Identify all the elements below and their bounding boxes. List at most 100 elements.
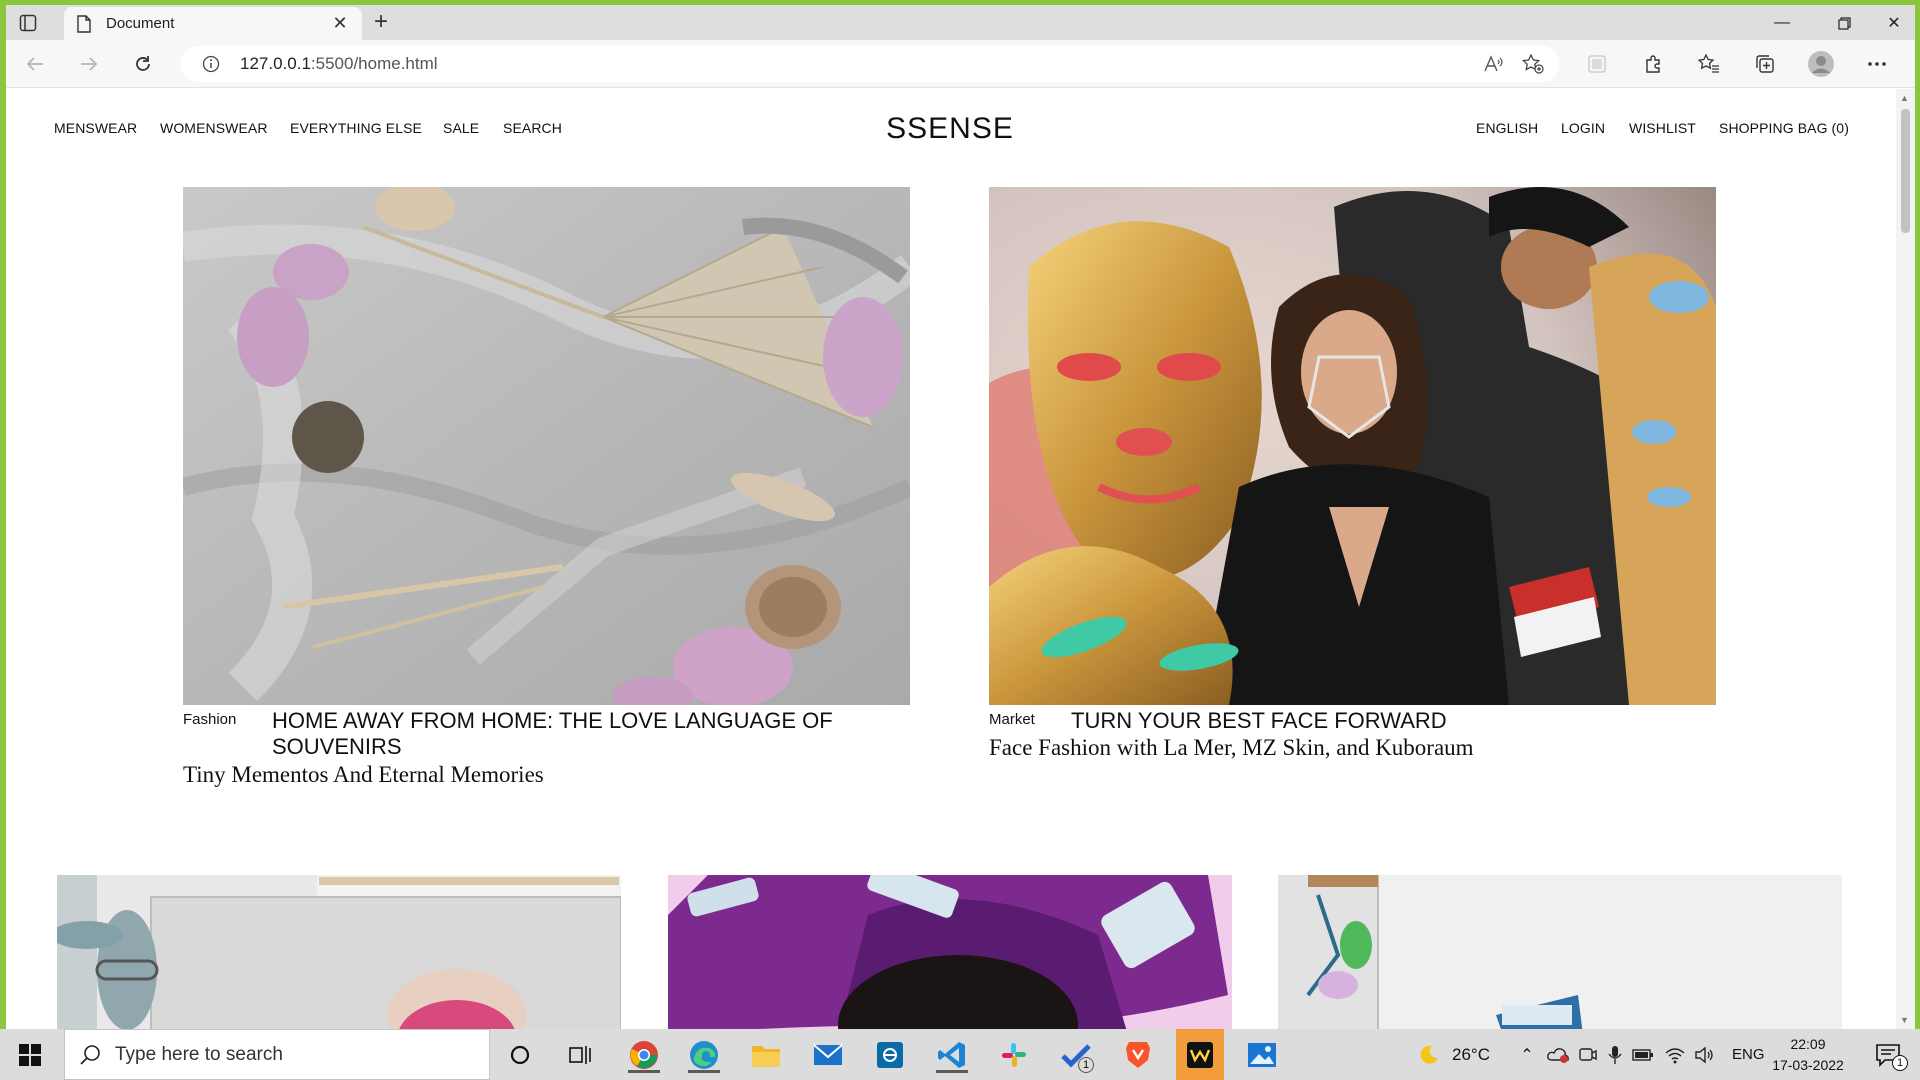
taskbar-file-explorer[interactable] bbox=[742, 1037, 790, 1073]
tab-bar: Document ✕ + — ✕ bbox=[6, 5, 1915, 40]
waves-app-icon bbox=[1187, 1041, 1213, 1068]
start-button[interactable] bbox=[10, 1042, 50, 1068]
cortana-icon bbox=[510, 1045, 530, 1065]
url-host: 127.0.0.1 bbox=[240, 54, 311, 73]
tab-title: Document bbox=[106, 15, 175, 32]
page-scrollbar[interactable]: ▲ ▼ bbox=[1896, 89, 1915, 1029]
feature-image-souvenirs[interactable] bbox=[183, 187, 910, 705]
photos-icon bbox=[1248, 1043, 1276, 1067]
taskbar-photos[interactable] bbox=[1238, 1037, 1286, 1073]
running-indicator bbox=[628, 1070, 660, 1073]
feature-category-fashion[interactable]: Fashion bbox=[183, 711, 236, 728]
card-1-photo bbox=[57, 875, 621, 1029]
card-image-3[interactable] bbox=[1278, 875, 1842, 1029]
star-add-icon bbox=[1522, 54, 1544, 74]
info-icon[interactable] bbox=[202, 55, 220, 73]
battery-icon[interactable] bbox=[1632, 1048, 1654, 1062]
feature-headline-face-forward[interactable]: TURN YOUR BEST FACE FORWARD bbox=[1071, 708, 1447, 734]
back-arrow-icon bbox=[26, 57, 43, 71]
scroll-down-icon[interactable]: ▼ bbox=[1900, 1015, 1909, 1025]
restore-icon bbox=[1837, 16, 1851, 30]
microphone-icon[interactable] bbox=[1608, 1045, 1622, 1065]
add-favorite-button[interactable] bbox=[1518, 50, 1548, 78]
taskbar-search-box[interactable]: Type here to search bbox=[64, 1029, 490, 1080]
card-3-photo bbox=[1278, 875, 1842, 1029]
volume-icon[interactable] bbox=[1694, 1046, 1716, 1064]
card-2-photo bbox=[668, 875, 1232, 1029]
web-page: MENSWEAR WOMENSWEAR EVERYTHING ELSE SALE… bbox=[6, 89, 1896, 1029]
language-indicator[interactable]: ENG bbox=[1732, 1046, 1765, 1063]
browser-toolbar: 127.0.0.1:5500/home.html bbox=[6, 40, 1915, 88]
window-frame-right bbox=[1915, 0, 1920, 1029]
tab-actions-button[interactable] bbox=[18, 13, 38, 33]
close-window-button[interactable]: ✕ bbox=[1864, 9, 1920, 37]
moon-icon bbox=[1420, 1045, 1438, 1064]
refresh-icon bbox=[136, 56, 150, 71]
cortana-button[interactable] bbox=[496, 1037, 544, 1073]
forward-arrow-icon bbox=[81, 57, 98, 71]
card-image-2[interactable] bbox=[668, 875, 1232, 1029]
nav-login-link[interactable]: LOGIN bbox=[1561, 120, 1605, 136]
notifications-button[interactable]: 1 bbox=[1868, 1029, 1908, 1080]
nav-wishlist-link[interactable]: WISHLIST bbox=[1629, 120, 1696, 136]
windows-taskbar: Type here to search 1 26°C ⌃ ENG 22:09 1… bbox=[0, 1029, 1920, 1080]
task-view-button[interactable] bbox=[556, 1037, 604, 1073]
feature-headline-souvenirs[interactable]: HOME AWAY FROM HOME: THE LOVE LANGUAGE O… bbox=[272, 708, 833, 760]
taskbar-todo[interactable]: 1 bbox=[1052, 1037, 1100, 1073]
task-view-icon bbox=[569, 1046, 591, 1064]
edge-icon bbox=[690, 1041, 718, 1069]
nav-shopping-bag-link[interactable]: SHOPPING BAG (0) bbox=[1719, 120, 1849, 136]
store-icon bbox=[877, 1042, 903, 1068]
collections-button[interactable] bbox=[1750, 50, 1780, 78]
favorites-button[interactable] bbox=[1694, 50, 1724, 78]
tab-actions-icon bbox=[19, 14, 37, 32]
browser-tab[interactable]: Document ✕ bbox=[64, 7, 362, 40]
mail-icon bbox=[813, 1044, 843, 1065]
minimize-button[interactable]: — bbox=[1752, 9, 1812, 37]
notification-count-badge: 1 bbox=[1892, 1055, 1908, 1071]
extensions-button[interactable] bbox=[1638, 50, 1668, 78]
taskbar-vscode[interactable] bbox=[928, 1037, 976, 1073]
feature-subtitle-face-forward[interactable]: Face Fashion with La Mer, MZ Skin, and K… bbox=[989, 735, 1474, 761]
weather-temperature: 26°C bbox=[1452, 1044, 1490, 1064]
brave-lion-icon bbox=[1126, 1042, 1150, 1068]
site-logo[interactable]: SSENSE bbox=[6, 112, 1894, 146]
taskbar-waves-app[interactable] bbox=[1176, 1029, 1224, 1080]
taskbar-mail[interactable] bbox=[804, 1037, 852, 1073]
system-tray[interactable]: ⌃ ENG bbox=[1512, 1029, 1765, 1080]
url-text[interactable]: 127.0.0.1:5500/home.html bbox=[240, 54, 438, 74]
card-image-1[interactable] bbox=[57, 875, 621, 1029]
feature-image-face-forward[interactable] bbox=[989, 187, 1716, 705]
weather-widget[interactable]: 26°C bbox=[1418, 1029, 1490, 1080]
scroll-up-icon[interactable]: ▲ bbox=[1900, 93, 1909, 103]
profile-button[interactable] bbox=[1806, 50, 1836, 78]
wifi-icon[interactable] bbox=[1664, 1046, 1686, 1064]
feature-subtitle-souvenirs[interactable]: Tiny Mementos And Eternal Memories bbox=[183, 762, 544, 788]
taskbar-clock[interactable]: 22:09 17-03-2022 bbox=[1766, 1034, 1850, 1076]
taskbar-brave[interactable] bbox=[1114, 1037, 1162, 1073]
meet-now-icon[interactable] bbox=[1578, 1046, 1598, 1064]
taskbar-slack[interactable] bbox=[990, 1037, 1038, 1073]
url-path: :5500/home.html bbox=[310, 54, 438, 73]
back-button[interactable] bbox=[20, 50, 50, 78]
scrollbar-thumb[interactable] bbox=[1901, 109, 1910, 233]
show-hidden-icons-icon[interactable]: ⌃ bbox=[1512, 1045, 1542, 1065]
chrome-icon bbox=[630, 1041, 658, 1069]
split-screen-icon bbox=[1588, 55, 1606, 73]
read-aloud-button[interactable] bbox=[1478, 50, 1508, 78]
close-tab-icon[interactable]: ✕ bbox=[330, 13, 350, 34]
taskbar-store[interactable] bbox=[866, 1037, 914, 1073]
settings-menu-button[interactable] bbox=[1862, 50, 1892, 78]
nav-language-link[interactable]: ENGLISH bbox=[1476, 120, 1538, 136]
taskbar-edge[interactable] bbox=[680, 1037, 728, 1073]
onedrive-icon[interactable] bbox=[1546, 1046, 1570, 1064]
screen: Document ✕ + — ✕ 127.0.0.1:5500/home.htm… bbox=[0, 0, 1920, 1080]
new-tab-button[interactable]: + bbox=[368, 10, 394, 36]
forward-button[interactable] bbox=[74, 50, 104, 78]
more-options-icon bbox=[1868, 62, 1886, 66]
refresh-button[interactable] bbox=[128, 50, 158, 78]
split-screen-button[interactable] bbox=[1582, 50, 1612, 78]
taskbar-chrome[interactable] bbox=[620, 1037, 668, 1073]
address-bar[interactable]: 127.0.0.1:5500/home.html bbox=[180, 46, 1560, 82]
feature-category-market[interactable]: Market bbox=[989, 711, 1035, 728]
